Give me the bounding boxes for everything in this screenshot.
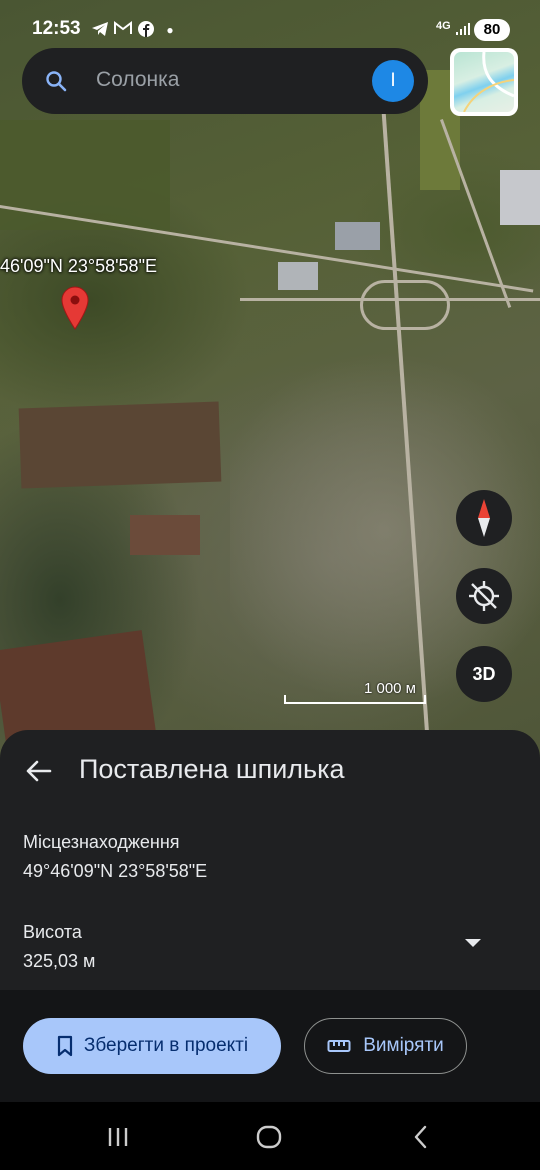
location-value[interactable]: 49°46'09"N 23°58'58"E: [23, 861, 207, 882]
map-field: [0, 120, 170, 230]
account-avatar[interactable]: I: [372, 60, 414, 102]
status-time: 12:53: [32, 18, 81, 39]
measure-button-label: Виміряти: [363, 1035, 444, 1056]
dot-icon: ●: [166, 23, 174, 37]
map-building: [500, 170, 540, 225]
compass-button[interactable]: [456, 490, 512, 546]
search-bar[interactable]: Солонка I: [22, 48, 428, 114]
3d-toggle-button[interactable]: 3D: [456, 646, 512, 702]
map-layers-button[interactable]: [450, 48, 518, 116]
layers-map-thumbnail-icon: [454, 52, 514, 112]
facebook-icon: [136, 21, 156, 39]
altitude-value: 325,03 м: [23, 951, 96, 971]
location-label: Місцезнаходження: [23, 832, 180, 852]
save-to-project-button[interactable]: Зберегти в проекті: [23, 1018, 281, 1074]
map-road: [0, 205, 534, 293]
map-building: [335, 222, 380, 250]
back-nav-icon[interactable]: [406, 1122, 436, 1152]
map-scale: 1 000 м: [284, 680, 426, 704]
signal-icon: [452, 21, 472, 39]
ruler-icon: [327, 1040, 351, 1052]
location-disabled-icon: [469, 581, 499, 611]
search-query[interactable]: Солонка: [96, 68, 179, 92]
bookmark-icon: [57, 1035, 73, 1057]
my-location-button[interactable]: [456, 568, 512, 624]
altitude-label: Висота: [23, 922, 82, 942]
place-bottom-sheet[interactable]: Поставлена шпилька Місцезнаходження 49°4…: [0, 730, 540, 990]
recent-apps-icon[interactable]: [104, 1122, 134, 1152]
compass-icon: [478, 499, 490, 537]
search-icon[interactable]: [44, 69, 68, 93]
map-building: [278, 262, 318, 290]
scale-bar: [284, 695, 426, 704]
map-interchange: [360, 280, 450, 330]
system-navigation-bar: [0, 1102, 540, 1170]
expand-dropdown-icon[interactable]: [462, 936, 484, 950]
pin-coordinates-label: 46'09"N 23°58'58"E: [0, 256, 157, 276]
home-icon[interactable]: [254, 1122, 284, 1152]
sheet-title: Поставлена шпилька: [79, 754, 345, 784]
network-type: 4G: [436, 20, 451, 32]
measure-button[interactable]: Виміряти: [304, 1018, 467, 1074]
action-bar: Зберегти в проекті Виміряти: [0, 990, 540, 1102]
telegram-icon: [90, 21, 110, 39]
battery-indicator: 80: [474, 19, 510, 41]
gmail-icon: [113, 21, 133, 39]
location-pin-icon[interactable]: [60, 286, 90, 330]
map-field: [130, 515, 200, 555]
back-arrow-icon[interactable]: [24, 756, 54, 786]
save-button-label: Зберегти в проекті: [83, 1035, 249, 1056]
map-field: [18, 401, 222, 489]
